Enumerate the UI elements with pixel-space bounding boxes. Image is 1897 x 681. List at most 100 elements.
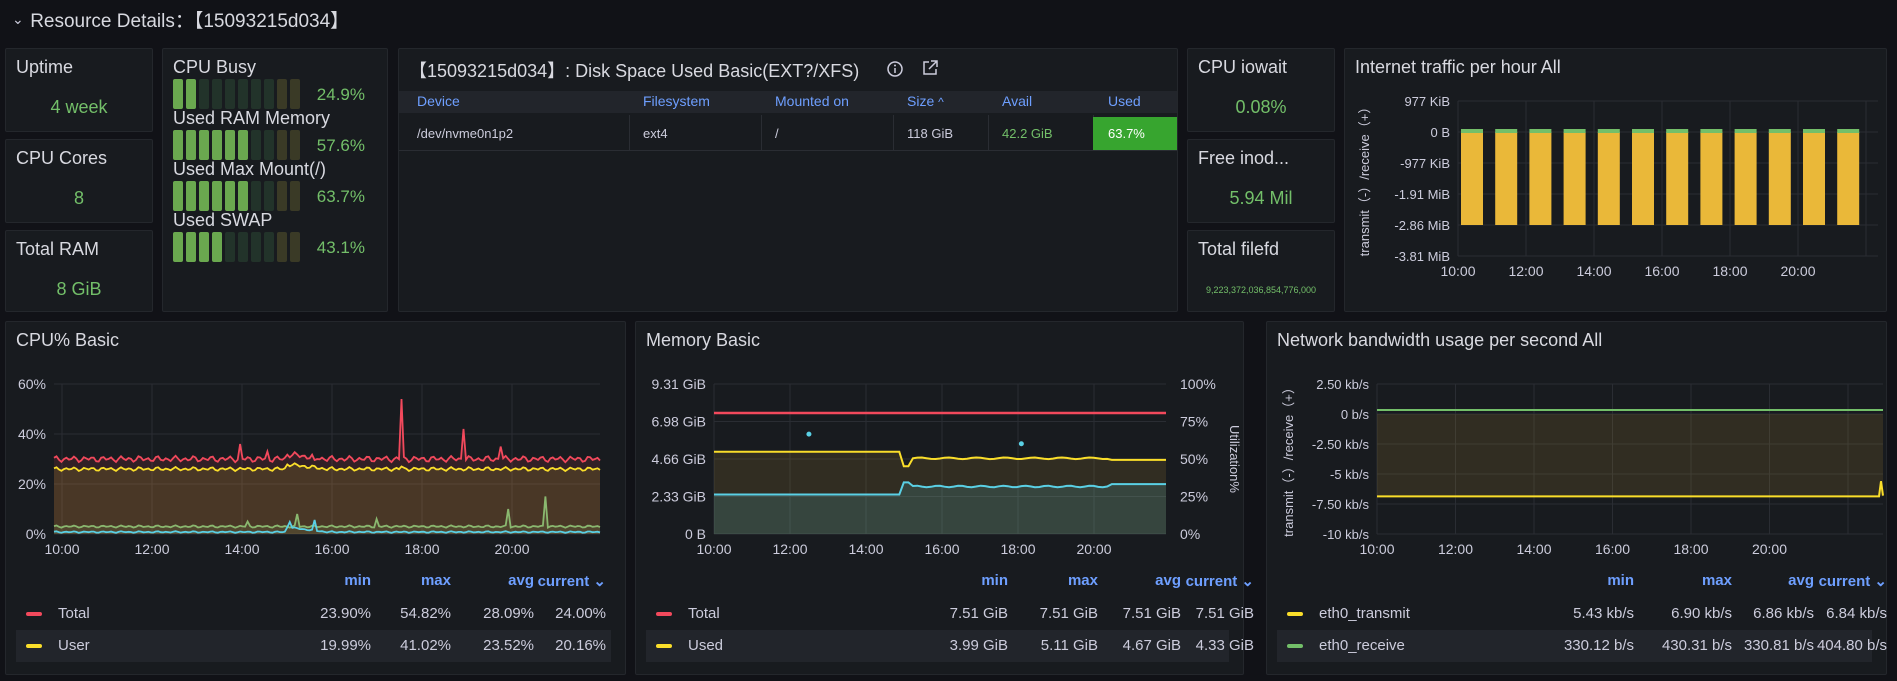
traffic-bar	[1768, 132, 1791, 225]
x-tick: 14:00	[848, 541, 883, 557]
gauge-cell	[186, 130, 196, 160]
x-tick: 10:00	[1440, 263, 1475, 279]
legend-name: eth0_transmit	[1319, 605, 1410, 622]
traffic-receive-bar	[1495, 129, 1518, 133]
col-size[interactable]: Size ^	[907, 93, 944, 109]
cell-device: /dev/nvme0n1p2	[417, 126, 514, 141]
info-icon[interactable]	[886, 60, 904, 78]
gauge-cell	[264, 130, 274, 160]
gauge-cell	[199, 79, 209, 109]
cpu-chart: 60% 40% 20% 0%10:00 12:00 14:00 16:00 18:00 20:0…	[18, 376, 601, 557]
y-axis-label: transmit（-）/receive（+）	[1281, 381, 1296, 537]
col-avail[interactable]: Avail	[1002, 93, 1032, 109]
gauge-cell	[238, 181, 248, 211]
panel-title: CPU% Basic	[16, 330, 120, 350]
x-tick: 20:00	[494, 541, 529, 557]
legend-header-min[interactable]: min	[281, 572, 371, 589]
y-tick-right: 100%	[1180, 376, 1216, 392]
cpu-iowait-panel: CPU iowait 0.08%	[1187, 48, 1335, 132]
traffic-bar	[1597, 132, 1620, 225]
legend-header-min[interactable]: min	[918, 572, 1008, 589]
legend-row[interactable]: Total 23.90% 54.82% 28.09% 24.00%	[16, 598, 611, 630]
legend-header-max[interactable]: max	[1008, 572, 1098, 589]
legend-max: 5.11 GiB	[1040, 637, 1098, 654]
gauge-label: Used Max Mount(/)	[173, 159, 327, 179]
cpu-series-user-area	[54, 463, 600, 534]
legend-row[interactable]: eth0_transmit 5.43 kb/s 6.90 kb/s 6.86 kb/s…	[1277, 598, 1887, 630]
col-mounted-on[interactable]: Mounted on	[775, 93, 849, 109]
legend-header-current[interactable]: current ⌄	[1164, 572, 1254, 590]
traffic-receive-bar	[1803, 129, 1825, 133]
network-transmit-area	[1377, 414, 1883, 497]
chevron-down-icon[interactable]: ⌄	[12, 11, 24, 27]
y-tick-right: 0%	[1180, 526, 1200, 542]
traffic-bar	[1632, 132, 1654, 225]
legend-name: User	[58, 637, 90, 654]
x-tick: 18:00	[1712, 263, 1747, 279]
legend-name: Total	[58, 605, 90, 622]
gauge-cell	[225, 130, 235, 160]
traffic-bar	[1461, 132, 1483, 225]
traffic-chart: 977 KiB 0 B -977 KiB -1.91 MiB -2.86 MiB -3.8…	[1357, 94, 1878, 279]
gauge-cell	[264, 232, 274, 262]
traffic-receive-bar	[1768, 129, 1791, 133]
gauge-cell	[173, 79, 183, 109]
legend-swatch	[26, 644, 42, 648]
col-filesystem[interactable]: Filesystem	[643, 93, 710, 109]
memory-basic-panel: Memory Basic 9.31 GiB 6.98 GiB 4.66 GiB 2.3…	[635, 321, 1254, 675]
legend-swatch	[1287, 644, 1303, 648]
gauge-bars	[173, 130, 300, 160]
x-tick: 20:00	[1076, 541, 1111, 557]
legend-row[interactable]: eth0_receive 330.12 b/s 430.31 b/s 330.81 b…	[1277, 630, 1887, 662]
legend-swatch	[1287, 612, 1303, 616]
traffic-bar	[1734, 132, 1757, 225]
x-tick: 18:00	[1000, 541, 1035, 557]
legend-row[interactable]: User 19.99% 41.02% 23.52% 20.16%	[16, 630, 611, 662]
gauge-cell	[238, 79, 248, 109]
x-tick: 10:00	[696, 541, 731, 557]
internet-traffic-panel: Internet traffic per hour All 977 KiB 0 B…	[1344, 48, 1887, 312]
x-tick: 14:00	[1576, 263, 1611, 279]
gauge-cell	[199, 232, 209, 262]
gauge-cell	[173, 232, 183, 262]
cell-size: 118 GiB	[907, 126, 954, 141]
gauge-value: 43.1%	[316, 238, 365, 257]
traffic-bar	[1837, 132, 1860, 225]
cell-avail: 42.2 GiB	[1002, 126, 1053, 141]
x-tick: 16:00	[314, 541, 349, 557]
traffic-receive-bar	[1734, 129, 1757, 133]
legend-header-max[interactable]: max	[1642, 572, 1732, 589]
gauge-cell	[186, 79, 196, 109]
gauge-label: CPU Busy	[173, 57, 257, 77]
memory-chart: 9.31 GiB 6.98 GiB 4.66 GiB 2.33 GiB 0 B10:00…	[652, 376, 1242, 557]
gauge-cell	[251, 130, 261, 160]
gauge-cell	[251, 79, 261, 109]
traffic-bar	[1495, 132, 1518, 225]
external-link-icon[interactable]	[921, 59, 939, 77]
y-tick: 9.31 GiB	[652, 376, 706, 392]
legend-max: 7.51 GiB	[1039, 605, 1098, 622]
legend-current: 7.51 GiB	[1195, 605, 1254, 622]
table-row	[399, 115, 1177, 151]
legend-header-current[interactable]: current ⌄	[1797, 572, 1887, 590]
gauge-bars	[173, 232, 300, 262]
legend-header-max[interactable]: max	[361, 572, 451, 589]
legend-header-current[interactable]: current ⌄	[516, 572, 606, 590]
gauge-value: 63.7%	[316, 187, 365, 206]
y-tick: 0 b/s	[1341, 407, 1370, 422]
panel-title: CPU Cores	[16, 148, 108, 168]
col-used[interactable]: Used	[1108, 93, 1141, 109]
traffic-receive-bar	[1529, 129, 1552, 133]
legend-row[interactable]: Total 7.51 GiB 7.51 GiB 7.51 GiB 7.51 GiB	[646, 598, 1254, 630]
row-header[interactable]: ⌄ Resource Details：【15093215d034】	[12, 6, 349, 32]
y-tick-right: 75%	[1180, 414, 1208, 430]
legend-row[interactable]: Used 3.99 GiB 5.11 GiB 4.67 GiB 4.33 GiB	[646, 630, 1254, 662]
col-device[interactable]: Device	[417, 93, 460, 109]
traffic-receive-bar	[1837, 129, 1860, 133]
memory-point	[806, 431, 812, 437]
legend-max: 41.02%	[400, 637, 451, 654]
gauge-cell	[212, 232, 222, 262]
legend-current: 24.00%	[555, 605, 606, 622]
legend-header-min[interactable]: min	[1544, 572, 1634, 589]
panel-title: Free inod...	[1198, 148, 1290, 168]
